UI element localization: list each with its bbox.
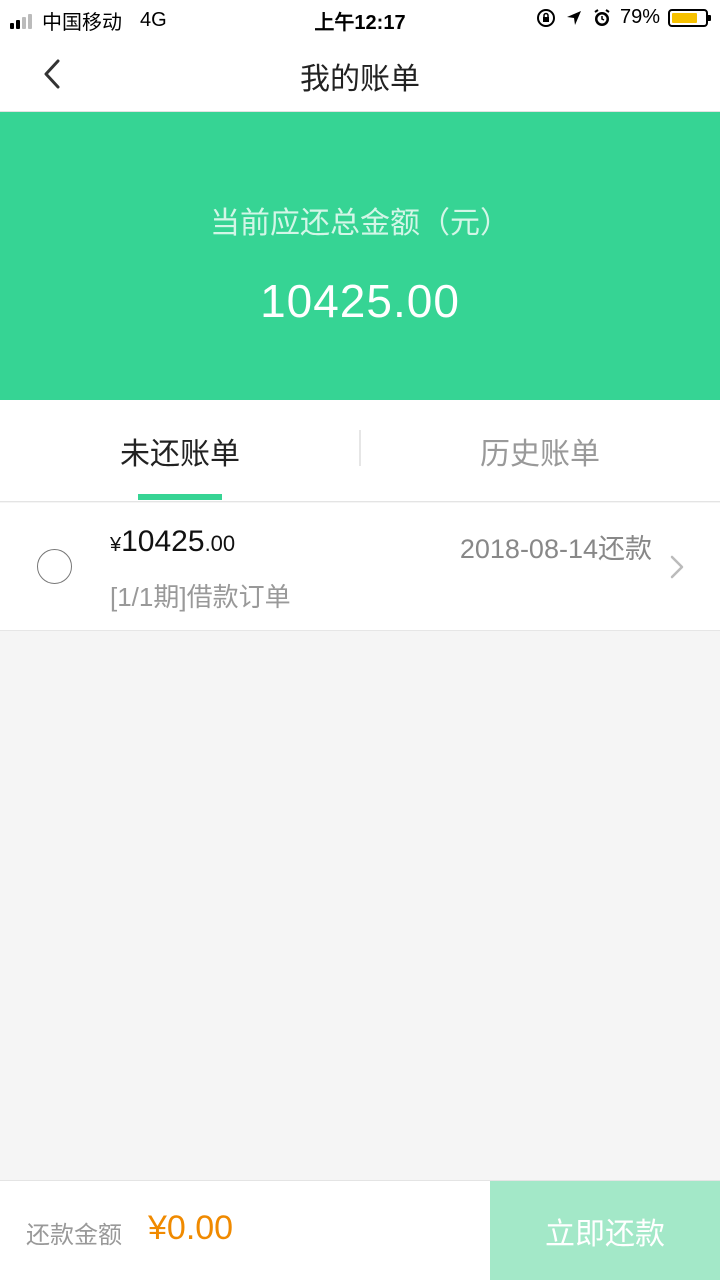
summary-banner: 当前应还总金额（元） 10425.00 bbox=[0, 112, 720, 400]
page-title: 我的账单 bbox=[300, 63, 420, 96]
bill-amount-integer: 10425 bbox=[121, 525, 205, 558]
status-bar: 中国移动 4G 上午12:17 79% bbox=[0, 0, 720, 36]
chevron-right-icon bbox=[670, 555, 684, 579]
rotation-lock-icon bbox=[536, 8, 556, 28]
bill-tabs: 未还账单 历史账单 bbox=[0, 400, 720, 502]
bill-description: [1/1期]借款订单 bbox=[110, 582, 291, 612]
tab-history-bills[interactable]: 历史账单 bbox=[360, 400, 720, 502]
screen: 中国移动 4G 上午12:17 79% 我的账单 当前应还总金额（元） 1042… bbox=[0, 0, 720, 1280]
battery-percent: 79% bbox=[619, 6, 660, 28]
bill-list-item[interactable]: ¥10425.00 [1/1期]借款订单 2018-08-14还款 bbox=[0, 503, 720, 631]
payment-footer: 还款金额 ¥0.00 立即还款 bbox=[0, 1180, 720, 1280]
alarm-icon bbox=[592, 8, 612, 28]
tab-unpaid-bills[interactable]: 未还账单 bbox=[0, 400, 360, 502]
bill-amount-decimal: .00 bbox=[204, 531, 236, 556]
currency-symbol: ¥ bbox=[110, 534, 122, 556]
bill-select-radio[interactable] bbox=[37, 549, 72, 584]
bill-amount: ¥10425.00 bbox=[110, 525, 235, 559]
summary-amount: 10425.00 bbox=[260, 275, 460, 327]
active-tab-indicator bbox=[138, 494, 222, 500]
payment-amount-value: ¥0.00 bbox=[148, 1209, 234, 1247]
battery-icon bbox=[668, 8, 711, 27]
status-right: 79% bbox=[536, 6, 711, 29]
pay-now-button[interactable]: 立即还款 bbox=[490, 1181, 720, 1280]
summary-label: 当前应还总金额（元） bbox=[210, 207, 510, 240]
nav-bar: 我的账单 bbox=[0, 36, 720, 112]
bill-due-date: 2018-08-14还款 bbox=[459, 534, 652, 564]
payment-amount-label: 还款金额 bbox=[26, 1222, 122, 1249]
location-icon bbox=[564, 8, 584, 28]
